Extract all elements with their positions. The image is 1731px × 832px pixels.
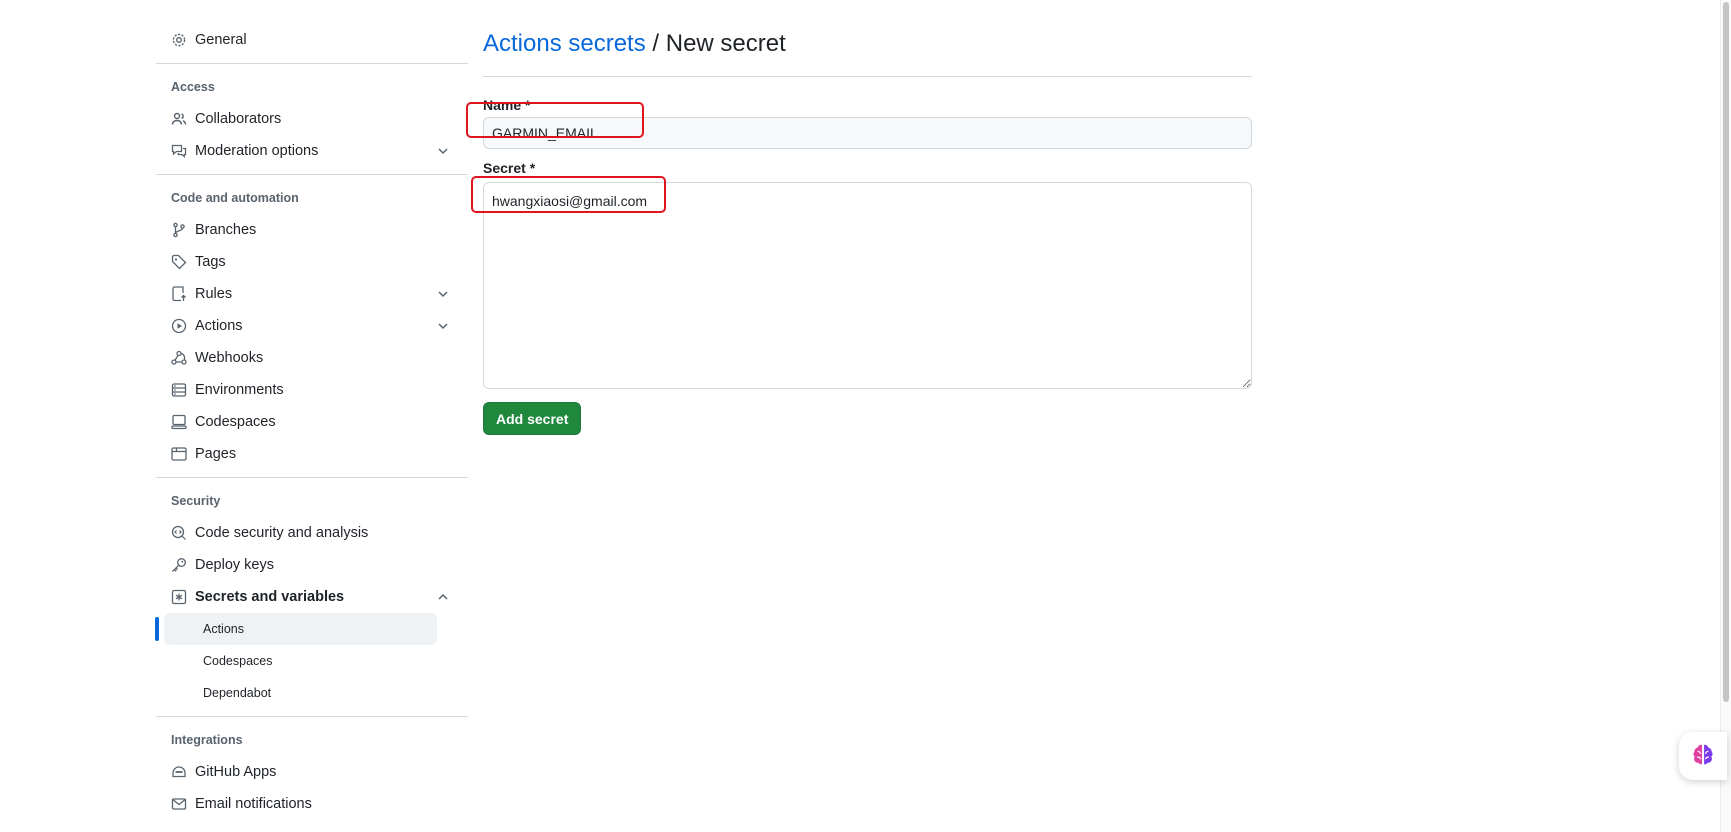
scrollbar-thumb[interactable]: [1723, 2, 1729, 702]
sidebar-subitem-actions[interactable]: Actions: [164, 613, 437, 645]
play-icon: [171, 318, 187, 334]
brain-icon: [1690, 741, 1716, 772]
comment-discussion-icon: [171, 143, 187, 159]
key-asterisk-icon: [171, 589, 187, 605]
sidebar-item-label: Pages: [195, 446, 237, 462]
sidebar-item-label: General: [195, 32, 247, 48]
page-title: Actions secrets / New secret: [483, 26, 1252, 77]
codespaces-icon: [171, 414, 187, 430]
new-secret-form: Actions secrets / New secret Name * Secr…: [483, 26, 1252, 435]
sidebar-item-label: Moderation options: [195, 143, 319, 159]
codescan-icon: [171, 525, 187, 541]
scrollbar[interactable]: [1720, 0, 1731, 832]
sidebar-item-label: Branches: [195, 222, 257, 238]
sidebar-item-webhooks[interactable]: Webhooks: [156, 342, 468, 374]
sidebar-item-branches[interactable]: Branches: [156, 214, 468, 246]
chevron-down-icon[interactable]: [436, 319, 450, 333]
sidebar-subitem-dependabot[interactable]: Dependabot: [164, 677, 437, 709]
sidebar-item-label: Environments: [195, 382, 284, 398]
sidebar-item-label: Codespaces: [195, 414, 276, 430]
sidebar-subitem-label: Actions: [203, 622, 244, 636]
sidebar-item-label: Code security and analysis: [195, 525, 369, 541]
sidebar-item-pages[interactable]: Pages: [156, 438, 468, 470]
add-secret-button[interactable]: Add secret: [483, 402, 582, 435]
sidebar-item-deploy-keys[interactable]: Deploy keys: [156, 549, 468, 581]
group-heading-access: Access: [171, 80, 215, 94]
gear-icon: [171, 32, 187, 48]
sidebar-item-code-security[interactable]: Code security and analysis: [156, 517, 468, 549]
settings-sidebar: General Access Collaborators Moderation …: [155, 24, 468, 820]
webhook-icon: [171, 350, 187, 366]
sidebar-item-label: Email notifications: [195, 796, 312, 812]
group-heading-integrations: Integrations: [171, 733, 243, 747]
sidebar-item-tags[interactable]: Tags: [156, 246, 468, 278]
sidebar-item-codespaces[interactable]: Codespaces: [156, 406, 468, 438]
people-icon: [171, 111, 187, 127]
sidebar-item-secrets-variables[interactable]: Secrets and variables: [156, 581, 468, 613]
sidebar-item-github-apps[interactable]: GitHub Apps: [156, 756, 468, 788]
sidebar-item-general[interactable]: General: [156, 24, 468, 56]
tag-icon: [171, 254, 187, 270]
sidebar-item-label: Webhooks: [195, 350, 264, 366]
chevron-down-icon[interactable]: [436, 287, 450, 301]
key-icon: [171, 557, 187, 573]
sidebar-item-label: Collaborators: [195, 111, 282, 127]
server-icon: [171, 382, 187, 398]
group-heading-security: Security: [171, 494, 221, 508]
sidebar-item-email-notifications[interactable]: Email notifications: [156, 788, 468, 820]
active-indicator: [155, 617, 159, 641]
sidebar-item-label: Rules: [195, 286, 233, 302]
sidebar-item-label: Tags: [195, 254, 226, 270]
browser-icon: [171, 446, 187, 462]
sidebar-item-label: Actions: [195, 318, 243, 334]
chevron-up-icon[interactable]: [436, 590, 450, 604]
git-branch-icon: [171, 222, 187, 238]
secret-name-input[interactable]: [483, 117, 1252, 149]
assistant-extension-button[interactable]: [1679, 732, 1727, 780]
sidebar-item-moderation[interactable]: Moderation options: [156, 135, 468, 167]
sidebar-subitem-label: Dependabot: [203, 686, 272, 700]
secret-value-textarea[interactable]: hwangxiaosi@gmail.com: [483, 182, 1252, 389]
sidebar-item-label: Deploy keys: [195, 557, 274, 573]
chevron-down-icon[interactable]: [436, 144, 450, 158]
hubot-icon: [171, 764, 187, 780]
repo-push-icon: [171, 286, 187, 302]
sidebar-item-collaborators[interactable]: Collaborators: [156, 103, 468, 135]
sidebar-subitem-codespaces[interactable]: Codespaces: [164, 645, 437, 677]
page-title-text: New secret: [665, 30, 786, 57]
name-label: Name *: [483, 97, 531, 113]
mail-icon: [171, 796, 187, 812]
sidebar-item-actions[interactable]: Actions: [156, 310, 468, 342]
sidebar-item-environments[interactable]: Environments: [156, 374, 468, 406]
sidebar-item-label: Secrets and variables: [195, 589, 345, 605]
sidebar-item-label: GitHub Apps: [195, 764, 277, 780]
breadcrumb-separator: /: [645, 30, 666, 57]
breadcrumb-link-actions-secrets[interactable]: Actions secrets: [483, 30, 646, 57]
sidebar-item-rules[interactable]: Rules: [156, 278, 468, 310]
sidebar-subitem-label: Codespaces: [203, 654, 273, 668]
group-heading-code-automation: Code and automation: [171, 191, 299, 205]
secret-label: Secret *: [483, 160, 536, 176]
